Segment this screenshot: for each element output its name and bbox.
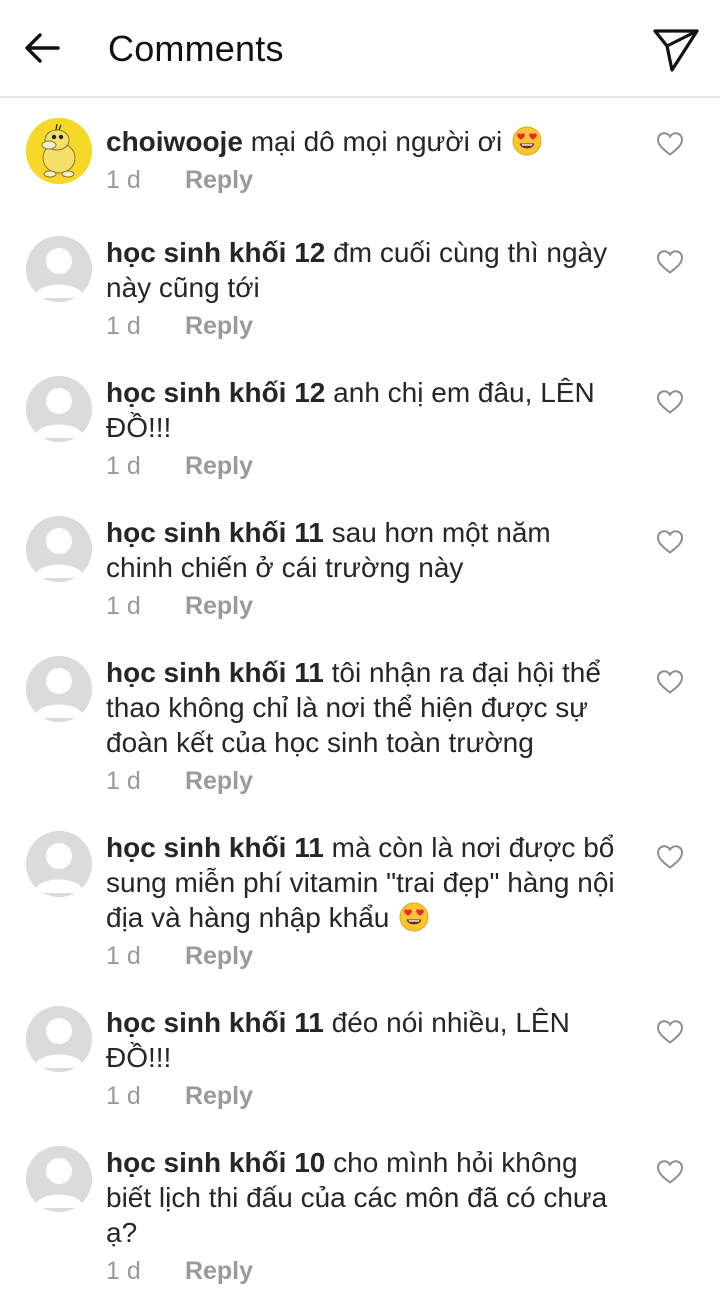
default-avatar-icon[interactable] [26,656,92,722]
comment-username[interactable]: học sinh khối 12 [106,377,325,408]
heart-eyes-emoji-icon [512,126,542,156]
comment-meta: 1 d Reply [106,165,253,195]
default-avatar-icon[interactable] [26,516,92,582]
comment-meta: 1 d Reply [106,1256,253,1286]
default-avatar-icon[interactable] [26,1006,92,1072]
comment-time: 1 d [106,1257,141,1285]
comment-text-block: học sinh khối 11 tôi nhận ra đại hội thể… [106,655,618,760]
comment-meta: 1 d Reply [106,451,253,481]
like-heart-icon[interactable] [656,249,684,275]
reply-button[interactable]: Reply [185,452,253,480]
page-title: Comments [108,28,284,69]
like-heart-icon[interactable] [656,1019,684,1045]
comment-body: mại dô mọi người ơi [250,126,503,157]
like-heart-icon[interactable] [656,131,684,157]
default-avatar-icon[interactable] [26,1146,92,1212]
like-heart-icon[interactable] [656,1159,684,1185]
comment-time: 1 d [106,1082,141,1110]
comment-username[interactable]: học sinh khối 12 [106,237,325,268]
like-heart-icon[interactable] [656,389,684,415]
comment-time: 1 d [106,942,141,970]
comment-meta: 1 d Reply [106,766,253,796]
comment-time: 1 d [106,592,141,620]
reply-button[interactable]: Reply [185,166,253,194]
comment-meta: 1 d Reply [106,591,253,621]
default-avatar-icon[interactable] [26,376,92,442]
default-avatar-icon[interactable] [26,236,92,302]
comment-text-block: học sinh khối 11 đéo nói nhiều, LÊN ĐỒ!!… [106,1005,618,1075]
comment-time: 1 d [106,767,141,795]
paper-plane-icon [653,29,699,72]
reply-button[interactable]: Reply [185,1082,253,1110]
comment-username[interactable]: choiwooje [106,126,243,157]
comment-username[interactable]: học sinh khối 11 [106,1007,324,1038]
comment-text-block: học sinh khối 11 mà còn là nơi được bổ s… [106,830,618,935]
reply-button[interactable]: Reply [185,942,253,970]
duck-avatar-image [26,118,92,184]
comment-username[interactable]: học sinh khối 11 [106,517,324,548]
reply-button[interactable]: Reply [185,312,253,340]
reply-button[interactable]: Reply [185,592,253,620]
comment-time: 1 d [106,312,141,340]
reply-button[interactable]: Reply [185,1257,253,1285]
heart-eyes-emoji-icon [399,902,429,932]
comment-text-block: học sinh khối 10 cho mình hỏi không biết… [106,1145,618,1250]
comment-time: 1 d [106,166,141,194]
like-heart-icon[interactable] [656,529,684,555]
arrow-left-icon [25,33,60,63]
default-avatar-icon[interactable] [26,831,92,897]
comment-username[interactable]: học sinh khối 10 [106,1147,325,1178]
top-app-bar: Comments [0,0,720,98]
comment-text-block: học sinh khối 11 sau hơn một năm chinh c… [106,515,618,585]
comment-username[interactable]: học sinh khối 11 [106,832,324,863]
comment-meta: 1 d Reply [106,1081,253,1111]
like-heart-icon[interactable] [656,844,684,870]
like-heart-icon[interactable] [656,669,684,695]
comment-meta: 1 d Reply [106,941,253,971]
comment-username[interactable]: học sinh khối 11 [106,657,324,688]
reply-button[interactable]: Reply [185,767,253,795]
comment-text-block: học sinh khối 12 đm cuối cùng thì ngày n… [106,235,618,305]
comment-meta: 1 d Reply [106,311,253,341]
avatar[interactable] [26,118,92,184]
comment-text-block: choiwooje mại dô mọi người ơi [106,124,618,159]
comment-time: 1 d [106,452,141,480]
share-button[interactable] [648,22,704,78]
comment-text-block: học sinh khối 12 anh chị em đâu, LÊN ĐỒ!… [106,375,618,445]
back-button[interactable] [20,24,64,72]
